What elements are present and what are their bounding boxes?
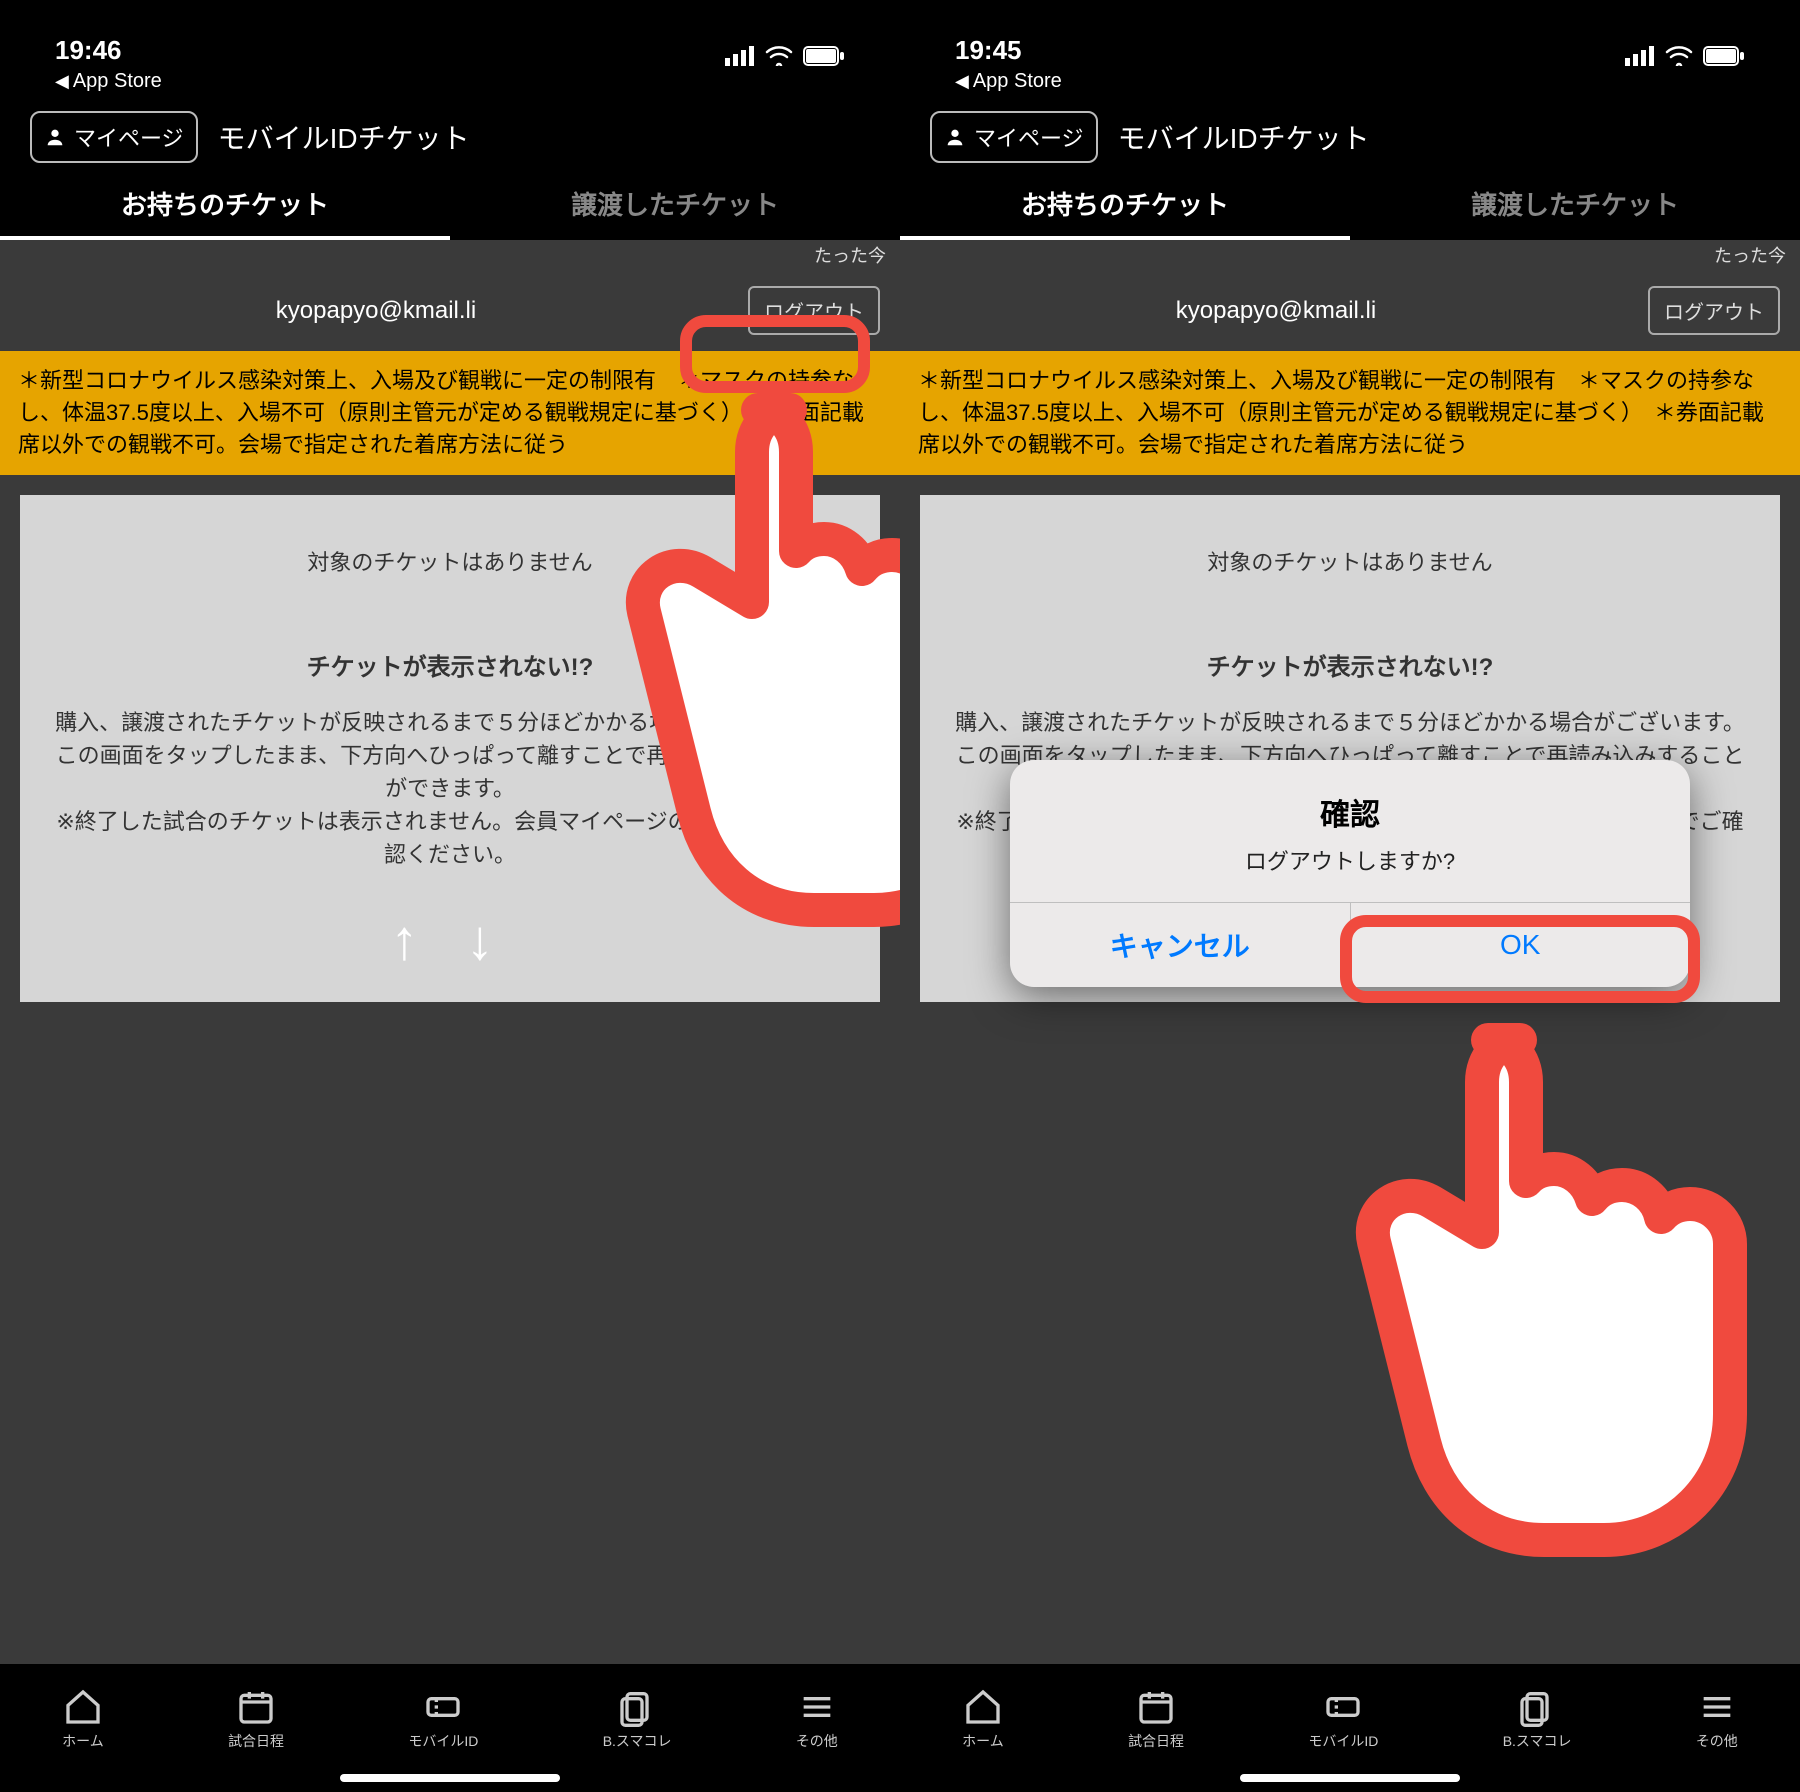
- nav-home[interactable]: ホーム: [962, 1687, 1004, 1751]
- header: マイページ モバイルIDチケット: [900, 99, 1800, 171]
- nav-smacolle[interactable]: B.スマコレ: [1503, 1687, 1572, 1751]
- wifi-icon: [1665, 46, 1693, 66]
- person-icon: [44, 126, 66, 148]
- no-tickets-label: 対象のチケットはありません: [950, 545, 1750, 577]
- help-text: 購入、譲渡されたチケットが反映されるまで５分ほどかかる場合がございます。この画面…: [50, 706, 850, 871]
- logout-dialog: 確認 ログアウトしますか? キャンセル OK: [1010, 760, 1690, 987]
- nav-home[interactable]: ホーム: [62, 1687, 104, 1751]
- account-row: kyopapyo@kmail.li ログアウト: [0, 270, 900, 351]
- help-title: チケットが表示されない!?: [50, 647, 850, 682]
- status-time: 19:46: [55, 35, 122, 66]
- tab-transferred[interactable]: 譲渡したチケット: [450, 171, 900, 240]
- bottom-nav: ホーム 試合日程 モバイルID B.スマコレ その他: [900, 1664, 1800, 1784]
- last-updated-label: たった今: [900, 240, 1800, 270]
- status-bar: 19:45: [900, 0, 1800, 70]
- tab-owned[interactable]: お持ちのチケット: [900, 171, 1350, 240]
- ticket-card: 対象のチケットはありません チケットが表示されない!? 購入、譲渡されたチケット…: [20, 495, 880, 1002]
- no-tickets-label: 対象のチケットはありません: [50, 545, 850, 577]
- nav-mobile-id-label: モバイルID: [1308, 1731, 1378, 1751]
- logout-button[interactable]: ログアウト: [1648, 286, 1780, 335]
- nav-smacolle-label: B.スマコレ: [1503, 1731, 1572, 1751]
- calendar-icon: [236, 1687, 276, 1727]
- ticket-icon: [423, 1687, 463, 1727]
- tab-transferred[interactable]: 譲渡したチケット: [1350, 171, 1800, 240]
- signal-icon: [725, 46, 755, 66]
- mypage-label: マイページ: [974, 121, 1084, 153]
- header: マイページ モバイルIDチケット: [0, 99, 900, 171]
- dialog-title: 確認: [1030, 790, 1670, 834]
- phone-left: 19:46 ◀ App Store マイペー: [0, 0, 900, 1792]
- account-email: kyopapyo@kmail.li: [20, 297, 732, 325]
- wifi-icon: [765, 46, 793, 66]
- nav-other[interactable]: その他: [796, 1687, 838, 1751]
- back-to-app-link[interactable]: ◀ App Store: [900, 70, 1800, 99]
- nav-other-label: その他: [796, 1731, 838, 1751]
- nav-mobile-id-label: モバイルID: [408, 1731, 478, 1751]
- nav-mobile-id[interactable]: モバイルID: [1308, 1687, 1378, 1751]
- last-updated-label: たった今: [0, 240, 900, 270]
- tabs: お持ちのチケット 譲渡したチケット: [0, 171, 900, 240]
- account-email: kyopapyo@kmail.li: [920, 297, 1632, 325]
- content[interactable]: たった今 kyopapyo@kmail.li ログアウト ＊新型コロナウイルス感…: [0, 240, 900, 1664]
- status-right: [725, 46, 845, 66]
- status-right: [1625, 46, 1745, 66]
- tab-owned[interactable]: お持ちのチケット: [0, 171, 450, 240]
- covid-notice: ＊新型コロナウイルス感染対策上、入場及び観戦に一定の制限有 ＊マスクの持参なし、…: [0, 351, 900, 475]
- nav-home-label: ホーム: [62, 1731, 104, 1751]
- dialog-cancel-button[interactable]: キャンセル: [1010, 903, 1350, 987]
- back-to-app-label: App Store: [73, 70, 162, 93]
- back-to-app-link[interactable]: ◀ App Store: [0, 70, 900, 99]
- home-icon: [963, 1687, 1003, 1727]
- menu-icon: [1697, 1687, 1737, 1727]
- status-bar: 19:46: [0, 0, 900, 70]
- mypage-label: マイページ: [74, 121, 184, 153]
- mypage-button[interactable]: マイページ: [930, 111, 1098, 163]
- covid-notice: ＊新型コロナウイルス感染対策上、入場及び観戦に一定の制限有 ＊マスクの持参なし、…: [900, 351, 1800, 475]
- signal-icon: [1625, 46, 1655, 66]
- dialog-ok-button[interactable]: OK: [1350, 903, 1691, 987]
- person-icon: [944, 126, 966, 148]
- nav-schedule[interactable]: 試合日程: [1128, 1687, 1184, 1751]
- dialog-message: ログアウトしますか?: [1030, 844, 1670, 876]
- nav-other-label: その他: [1696, 1731, 1738, 1751]
- back-to-app-label: App Store: [973, 70, 1062, 93]
- cards-icon: [617, 1687, 657, 1727]
- header-title: モバイルIDチケット: [1118, 117, 1370, 157]
- ticket-icon: [1323, 1687, 1363, 1727]
- refresh-arrows-icon: ↑ ↓: [50, 907, 850, 972]
- cards-icon: [1517, 1687, 1557, 1727]
- battery-icon: [1703, 46, 1745, 66]
- help-title: チケットが表示されない!?: [950, 647, 1750, 682]
- nav-other[interactable]: その他: [1696, 1687, 1738, 1751]
- nav-schedule-label: 試合日程: [1128, 1731, 1184, 1751]
- account-row: kyopapyo@kmail.li ログアウト: [900, 270, 1800, 351]
- nav-home-label: ホーム: [962, 1731, 1004, 1751]
- nav-schedule[interactable]: 試合日程: [228, 1687, 284, 1751]
- battery-icon: [803, 46, 845, 66]
- nav-mobile-id[interactable]: モバイルID: [408, 1687, 478, 1751]
- mypage-button[interactable]: マイページ: [30, 111, 198, 163]
- phone-right: 19:45 ◀ App Store マイペー: [900, 0, 1800, 1792]
- status-time: 19:45: [955, 35, 1022, 66]
- nav-schedule-label: 試合日程: [228, 1731, 284, 1751]
- menu-icon: [797, 1687, 837, 1727]
- tabs: お持ちのチケット 譲渡したチケット: [900, 171, 1800, 240]
- chevron-left-icon: ◀: [55, 71, 69, 92]
- header-title: モバイルIDチケット: [218, 117, 470, 157]
- chevron-left-icon: ◀: [955, 71, 969, 92]
- logout-button[interactable]: ログアウト: [748, 286, 880, 335]
- bottom-nav: ホーム 試合日程 モバイルID B.スマコレ その他: [0, 1664, 900, 1784]
- nav-smacolle-label: B.スマコレ: [603, 1731, 672, 1751]
- nav-smacolle[interactable]: B.スマコレ: [603, 1687, 672, 1751]
- home-indicator[interactable]: [900, 1778, 1800, 1792]
- home-indicator[interactable]: [0, 1778, 900, 1792]
- home-icon: [63, 1687, 103, 1727]
- calendar-icon: [1136, 1687, 1176, 1727]
